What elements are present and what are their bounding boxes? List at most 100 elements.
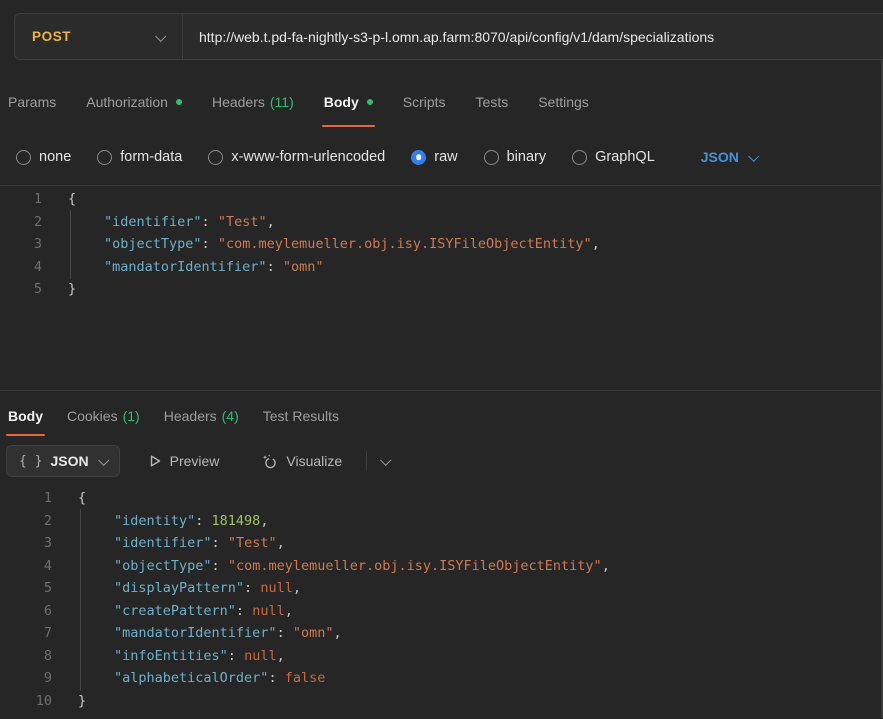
code-line: 3"identifier": "Test",	[0, 532, 881, 555]
play-icon	[148, 454, 162, 468]
tab-label: Authorization	[86, 94, 168, 110]
request-bar: POST http://web.t.pd-fa-nightly-s3-p-l.o…	[0, 13, 881, 75]
radio-form-data[interactable]: form-data	[97, 149, 182, 165]
code-line: 3"objectType": "com.meylemueller.obj.isy…	[0, 233, 881, 256]
line-number: 5	[0, 278, 42, 301]
divider	[366, 451, 367, 471]
response-toolbar: { } JSON Preview Visualize	[0, 441, 881, 481]
format-label: JSON	[50, 453, 88, 469]
tab-label: Scripts	[403, 94, 446, 110]
line-number: 3	[0, 532, 52, 555]
chevron-down-icon	[98, 455, 109, 466]
radio-icon	[572, 150, 587, 165]
tab-label: Settings	[538, 94, 589, 110]
tab-tests[interactable]: Tests	[476, 75, 509, 129]
method-selector[interactable]: POST	[15, 14, 182, 59]
tab-label: Cookies	[67, 408, 118, 424]
radio-label: GraphQL	[595, 149, 655, 165]
code-line: 5"displayPattern": null,	[0, 577, 881, 600]
line-number: 9	[0, 667, 52, 690]
radio-raw[interactable]: raw	[411, 149, 457, 165]
radio-label: raw	[434, 149, 457, 165]
braces-icon: { }	[19, 454, 42, 469]
code-line: 4"mandatorIdentifier": "omn"	[0, 256, 881, 279]
code-line: 10}	[0, 690, 881, 713]
chevron-down-icon	[748, 151, 759, 162]
url-input[interactable]: http://web.t.pd-fa-nightly-s3-p-l.omn.ap…	[183, 14, 883, 59]
request-body-editor[interactable]: 1{2"identifier": "Test",3"objectType": "…	[0, 185, 881, 390]
tab-settings[interactable]: Settings	[538, 75, 589, 129]
response-section: Body Cookies (1) Headers (4) Test Result…	[0, 390, 881, 719]
raw-format-selector[interactable]: JSON	[701, 149, 757, 165]
response-tab-body[interactable]: Body	[8, 391, 43, 441]
code-line: 9"alphabeticalOrder": false	[0, 667, 881, 690]
format-label: JSON	[701, 149, 739, 165]
tab-headers[interactable]: Headers (11)	[212, 75, 294, 129]
line-number: 4	[0, 256, 42, 279]
radio-icon	[484, 150, 499, 165]
response-body-viewer[interactable]: 1{2"identity": 181498,3"identifier": "Te…	[0, 481, 881, 719]
tab-scripts[interactable]: Scripts	[403, 75, 446, 129]
tab-label: Body	[324, 94, 359, 110]
response-format-dropdown[interactable]: { } JSON	[6, 445, 120, 477]
green-dot-indicator	[367, 99, 373, 105]
tab-count-badge: (1)	[123, 408, 140, 424]
tab-count-badge: (4)	[222, 408, 239, 424]
chevron-down-icon	[155, 30, 166, 41]
code-line: 4"objectType": "com.meylemueller.obj.isy…	[0, 555, 881, 578]
postman-request-view: { "request_bar": { "method": "POST", "ur…	[0, 13, 883, 718]
visualize-button[interactable]: Visualize	[261, 453, 342, 470]
chevron-down-icon[interactable]	[380, 455, 391, 466]
line-number: 2	[0, 211, 42, 234]
code-line: 2"identifier": "Test",	[0, 211, 881, 234]
tab-label: Headers	[212, 94, 265, 110]
request-url-box: POST http://web.t.pd-fa-nightly-s3-p-l.o…	[14, 13, 883, 60]
radio-none[interactable]: none	[16, 149, 71, 165]
tab-label: Test Results	[263, 408, 339, 424]
request-tabs: Params Authorization Headers (11) Body S…	[0, 75, 881, 129]
tab-label: Tests	[476, 94, 509, 110]
response-tabs: Body Cookies (1) Headers (4) Test Result…	[0, 391, 881, 441]
tab-label: Headers	[164, 408, 217, 424]
radio-graphql[interactable]: GraphQL	[572, 149, 655, 165]
tab-body[interactable]: Body	[324, 75, 373, 129]
line-number: 1	[0, 487, 52, 510]
tab-label: Body	[8, 408, 43, 424]
line-number: 3	[0, 233, 42, 256]
tab-label: Params	[8, 94, 56, 110]
radio-label: none	[39, 149, 71, 165]
line-number: 4	[0, 555, 52, 578]
response-tab-headers[interactable]: Headers (4)	[164, 391, 239, 441]
code-line: 1{	[0, 188, 881, 211]
radio-label: x-www-form-urlencoded	[231, 149, 385, 165]
tab-authorization[interactable]: Authorization	[86, 75, 182, 129]
radio-icon	[16, 150, 31, 165]
line-number: 6	[0, 600, 52, 623]
radio-label: form-data	[120, 149, 182, 165]
radio-x-www-form-urlencoded[interactable]: x-www-form-urlencoded	[208, 149, 385, 165]
magic-wand-icon	[261, 453, 278, 470]
line-number: 10	[0, 690, 52, 713]
code-line: 5}	[0, 278, 881, 301]
radio-selected-icon	[411, 150, 426, 165]
body-type-row: none form-data x-www-form-urlencoded raw…	[0, 129, 881, 185]
line-number: 7	[0, 622, 52, 645]
visualize-label: Visualize	[286, 453, 342, 469]
code-line: 7"mandatorIdentifier": "omn",	[0, 622, 881, 645]
response-tab-test-results[interactable]: Test Results	[263, 391, 339, 441]
tab-count-badge: (11)	[270, 94, 294, 110]
response-tab-cookies[interactable]: Cookies (1)	[67, 391, 140, 441]
line-number: 8	[0, 645, 52, 668]
line-number: 2	[0, 510, 52, 533]
method-label: POST	[32, 29, 71, 44]
radio-icon	[208, 150, 223, 165]
code-line: 8"infoEntities": null,	[0, 645, 881, 668]
preview-label: Preview	[170, 453, 220, 469]
tab-params[interactable]: Params	[8, 75, 56, 129]
preview-button[interactable]: Preview	[148, 453, 220, 469]
code-line: 2"identity": 181498,	[0, 510, 881, 533]
line-number: 1	[0, 188, 42, 211]
code-line: 1{	[0, 487, 881, 510]
radio-binary[interactable]: binary	[484, 149, 547, 165]
line-number: 5	[0, 577, 52, 600]
